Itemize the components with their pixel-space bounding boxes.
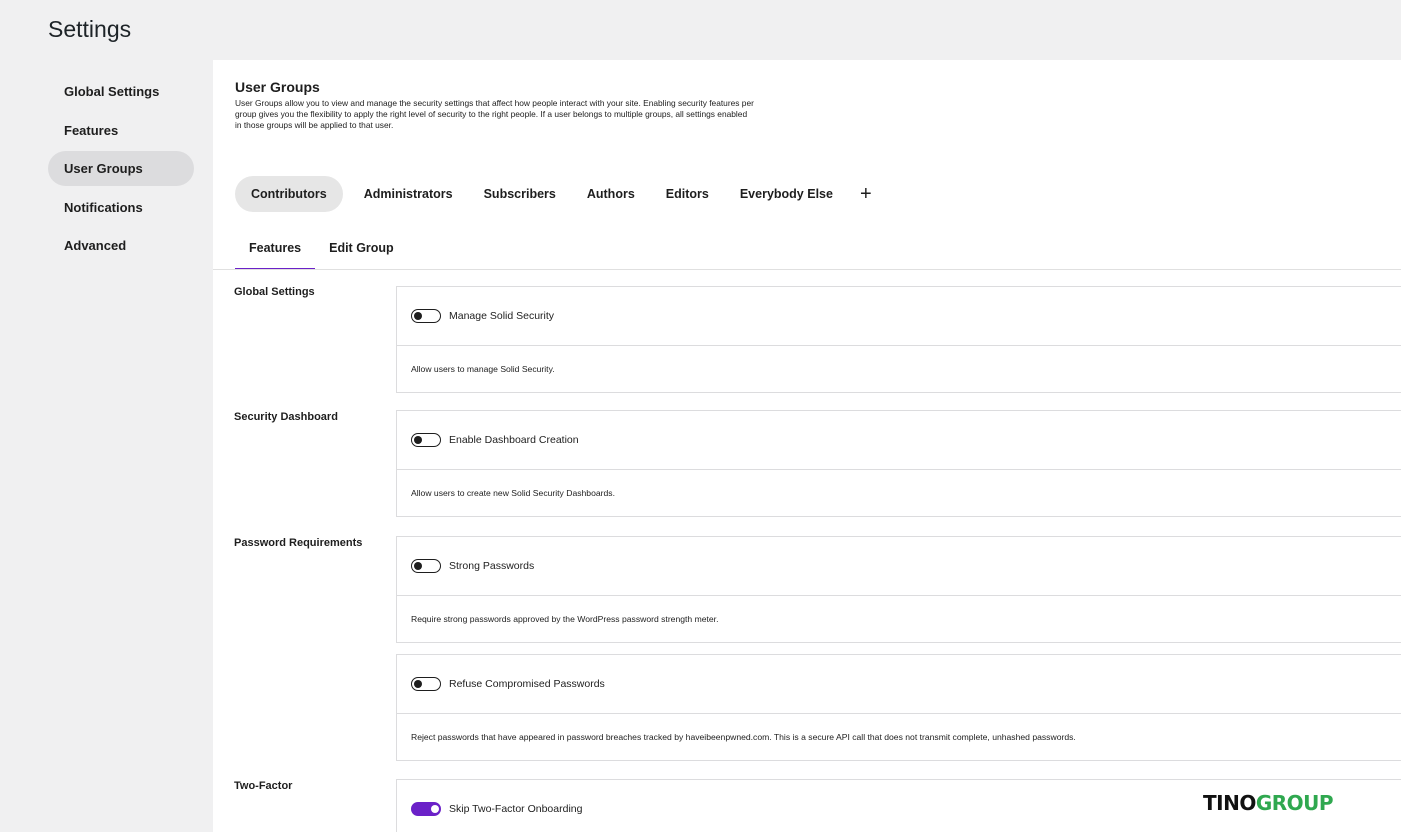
group-tabs: Features Edit Group [235, 232, 410, 270]
setting-description: Reject passwords that have appeared in p… [411, 732, 1076, 742]
sidebar-item-notifications[interactable]: Notifications [48, 190, 194, 225]
user-groups-panel: User Groups User Groups allow you to vie… [213, 60, 1401, 832]
group-selector: Contributors Administrators Subscribers … [235, 176, 884, 212]
tinogroup-watermark: TINOGROUP [1203, 791, 1334, 815]
sidebar-item-advanced[interactable]: Advanced [48, 228, 194, 263]
setting-label: Refuse Compromised Passwords [449, 678, 605, 690]
tab-edit-group[interactable]: Edit Group [315, 232, 394, 270]
setting-label: Enable Dashboard Creation [449, 434, 579, 446]
watermark-text-tino: TINO [1203, 791, 1256, 815]
skip-two-factor-onboarding-toggle[interactable] [411, 802, 441, 816]
settings-sidebar: Global Settings Features User Groups Not… [48, 74, 194, 267]
enable-dashboard-creation-toggle[interactable] [411, 433, 441, 447]
group-subscribers[interactable]: Subscribers [468, 176, 572, 212]
group-contributors[interactable]: Contributors [235, 176, 343, 212]
section-label-password-requirements: Password Requirements [234, 537, 363, 549]
setting-toggle-row: Manage Solid Security [397, 287, 1401, 346]
page-title: Settings [48, 16, 132, 42]
setting-label: Skip Two-Factor Onboarding [449, 803, 583, 815]
group-everybody-else[interactable]: Everybody Else [724, 176, 849, 212]
manage-solid-security-toggle[interactable] [411, 309, 441, 323]
setting-label: Strong Passwords [449, 560, 535, 572]
tabs-divider [213, 269, 1401, 270]
group-administrators[interactable]: Administrators [348, 176, 469, 212]
sidebar-item-user-groups[interactable]: User Groups [48, 151, 194, 186]
add-group-button[interactable]: + [848, 176, 884, 212]
setting-toggle-row: Refuse Compromised Passwords [397, 655, 1401, 714]
group-editors[interactable]: Editors [650, 176, 725, 212]
user-groups-description: User Groups allow you to view and manage… [235, 98, 754, 130]
refuse-compromised-passwords-toggle[interactable] [411, 677, 441, 691]
tab-features[interactable]: Features [235, 232, 316, 270]
section-label-two-factor: Two-Factor [234, 780, 293, 792]
section-label-global-settings: Global Settings [234, 286, 315, 298]
sidebar-item-features[interactable]: Features [48, 113, 194, 148]
setting-card-strong-passwords: Strong Passwords Require strong password… [396, 536, 1401, 643]
watermark-text-group: GROUP [1255, 791, 1334, 815]
setting-description: Allow users to create new Solid Security… [411, 488, 615, 498]
setting-card-manage-solid-security: Manage Solid Security Allow users to man… [396, 286, 1401, 393]
sidebar-item-global-settings[interactable]: Global Settings [48, 74, 194, 109]
setting-toggle-row: Strong Passwords [397, 537, 1401, 596]
section-label-security-dashboard: Security Dashboard [234, 411, 338, 423]
setting-description: Require strong passwords approved by the… [411, 614, 719, 624]
strong-passwords-toggle[interactable] [411, 559, 441, 573]
setting-toggle-row: Enable Dashboard Creation [397, 411, 1401, 470]
setting-card-refuse-compromised-passwords: Refuse Compromised Passwords Reject pass… [396, 654, 1401, 761]
user-groups-title: User Groups [235, 79, 320, 95]
group-authors[interactable]: Authors [571, 176, 651, 212]
setting-label: Manage Solid Security [449, 310, 555, 322]
setting-description: Allow users to manage Solid Security. [411, 364, 555, 374]
setting-card-enable-dashboard-creation: Enable Dashboard Creation Allow users to… [396, 410, 1401, 517]
